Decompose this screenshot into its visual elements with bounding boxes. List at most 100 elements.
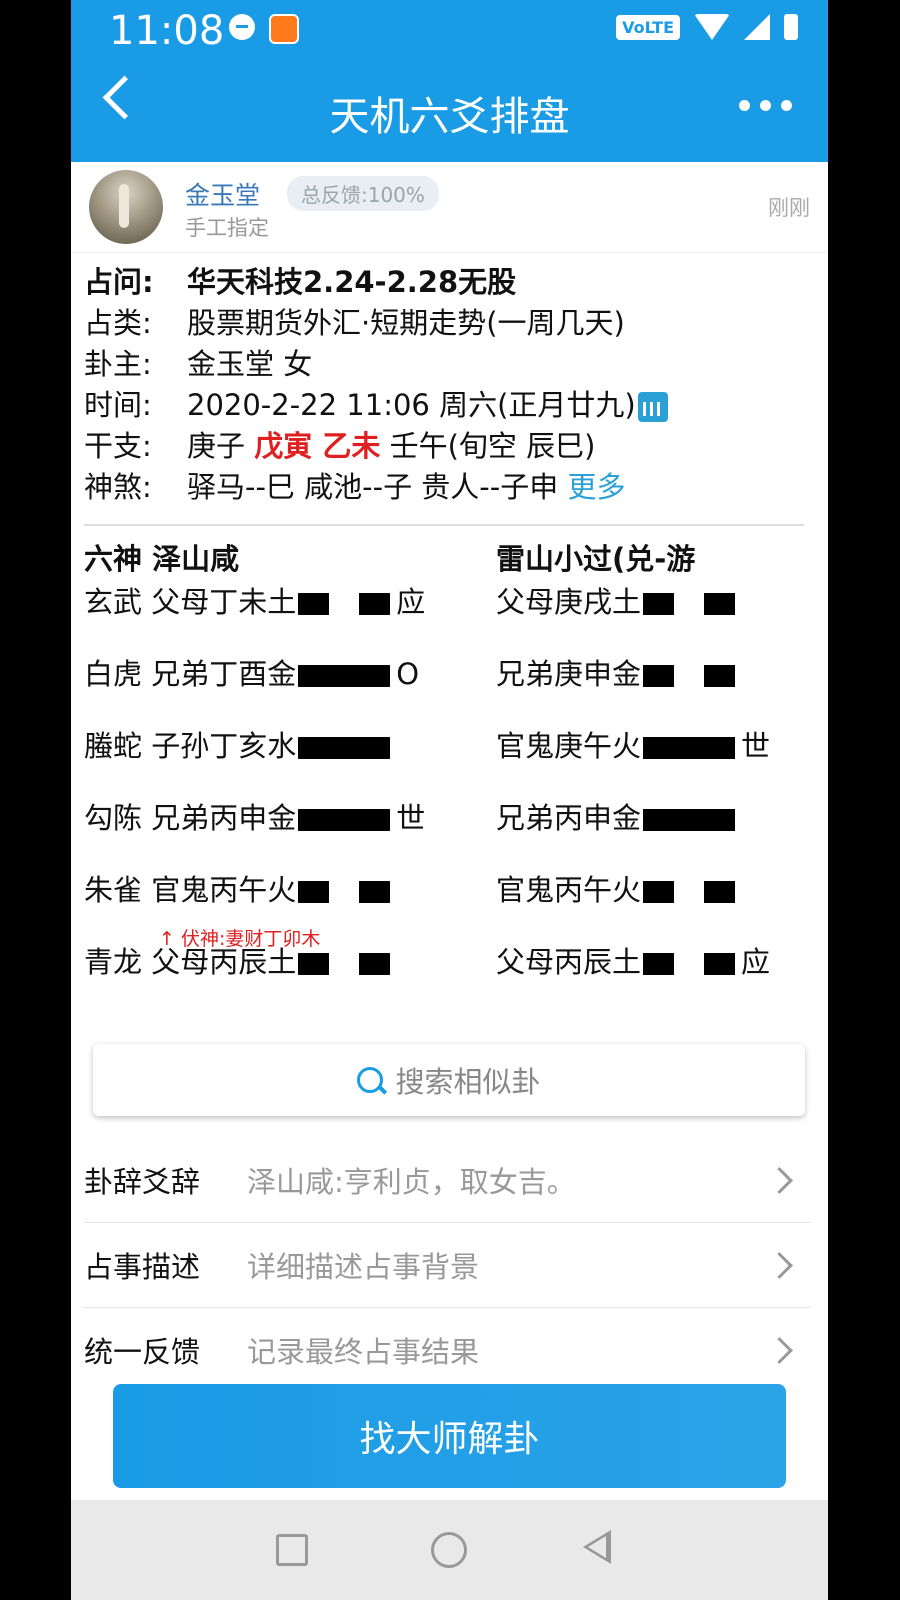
yang-line [298,809,391,831]
info-label: 占问: [84,265,154,299]
left-line-5: 朱雀 官鬼丙午火 [84,870,396,910]
chevron-right-icon [766,1336,793,1364]
home-icon[interactable] [431,1532,467,1568]
info-label: 神煞: [84,470,152,504]
yin-line [643,593,736,615]
line-text: 父母庚戌土 [496,585,642,619]
row-value: 记录最终占事结果 [247,1335,480,1369]
line-mark: 世 [396,801,426,835]
yang-line [298,665,391,687]
yang-line [298,737,391,759]
info-label: 干支: [84,429,152,463]
volte-icon: VoLTE [616,14,680,40]
line-text: 勾陈 兄弟丙申金 [84,801,297,835]
yin-line [643,881,736,903]
find-master-button[interactable]: 找大师解卦 [113,1384,786,1488]
calendar-icon[interactable] [637,392,668,422]
user-subtitle: 手工指定 [185,216,269,240]
system-nav-bar [71,1500,828,1600]
yin-line [298,953,391,975]
ganzhi-hour: 壬午(旬空 辰巳) [389,429,596,463]
line-text: 兄弟丙申金 [496,801,642,835]
right-line-6: 父母丙辰土 应 [496,942,770,982]
left-line-1: 玄武 父母丁未土 应 [84,582,425,622]
list-row-guaci[interactable]: 卦辞爻辞 泽山咸:亨利贞，取女吉。 [84,1138,811,1223]
fushen-note: ↑ 伏神:妻财丁卯木 [159,928,321,950]
yang-line [643,737,736,759]
right-line-3: 官鬼庚午火 世 [496,726,770,766]
chevron-right-icon [766,1251,793,1279]
changed-hexagram-title: 雷山小过(兑-游 [496,542,696,576]
line-text: 朱雀 官鬼丙午火 [84,873,297,907]
line-mark: 应 [396,585,426,619]
status-icons: VoLTE [616,14,798,40]
line-mark: O [396,657,420,691]
info-value: 2020-2-22 11:06 周六(正月廿九) [187,388,636,422]
recent-apps-icon[interactable] [276,1534,308,1566]
info-shensha: 神煞: 驿马--巳 咸池--子 贵人--子申 更多 [84,467,804,508]
main-hexagram-title: 六神 泽山咸 [84,542,240,576]
battery-icon [784,14,798,40]
status-time: 11:08 [109,8,225,54]
list-row-feedback[interactable]: 统一反馈 记录最终占事结果 [84,1308,811,1392]
info-label: 占类: [84,306,152,340]
search-icon [357,1067,384,1093]
row-value: 泽山咸:亨利贞，取女吉。 [247,1165,576,1199]
browser-notification-icon [269,14,299,44]
avatar[interactable] [89,170,163,244]
user-row: 金玉堂 总反馈:100% 手工指定 刚刚 [71,162,828,253]
phone-screen: 11:08 VoLTE 天机六爻排盘 金玉堂 总反馈:100% 手工指定 刚刚 … [71,0,828,1600]
row-value: 详细描述占事背景 [247,1250,480,1284]
top-bar: 11:08 VoLTE 天机六爻排盘 [71,0,828,162]
yin-line [298,593,391,615]
line-mark: 应 [741,945,771,979]
info-value: 股票期货外汇·短期走势(一周几天) [187,306,625,340]
search-similar-button[interactable]: 搜索相似卦 [93,1044,805,1116]
chevron-right-icon [766,1166,793,1194]
yin-line [643,953,736,975]
line-text: 玄武 父母丁未土 [84,585,297,619]
line-text: 父母丙辰土 [496,945,642,979]
chat-notification-icon [229,14,255,40]
right-line-2: 兄弟庚申金 [496,654,741,694]
line-mark: 世 [741,729,771,763]
nav-back-icon[interactable] [583,1530,611,1564]
more-menu-icon[interactable] [739,100,792,111]
yin-line [643,665,736,687]
row-label: 卦辞爻辞 [84,1165,201,1199]
list-row-description[interactable]: 占事描述 详细描述占事背景 [84,1223,811,1308]
info-owner: 卦主: 金玉堂 女 [84,344,804,385]
more-link[interactable]: 更多 [567,470,625,504]
ganzhi-month-day: 戊寅 乙未 [254,429,381,463]
left-line-3: 螣蛇 子孙丁亥水 [84,726,396,766]
right-line-1: 父母庚戌土 [496,582,741,622]
feedback-badge: 总反馈:100% [287,176,439,211]
line-text: 白虎 兄弟丁酉金 [84,657,297,691]
info-value: 驿马--巳 咸池--子 贵人--子申 [187,470,559,504]
left-line-2: 白虎 兄弟丁酉金 O [84,654,419,694]
line-text: 官鬼庚午火 [496,729,642,763]
line-text: 螣蛇 子孙丁亥水 [84,729,297,763]
info-label: 时间: [84,388,152,422]
info-label: 卦主: [84,347,152,381]
info-value: 金玉堂 女 [187,347,313,381]
divider [84,524,804,526]
search-label: 搜索相似卦 [395,1065,541,1099]
signal-icon [744,14,770,40]
divination-info: 占问: 华天科技2.24-2.28无股 占类: 股票期货外汇·短期走势(一周几天… [84,262,804,508]
wifi-icon [694,14,730,40]
left-line-4: 勾陈 兄弟丙申金 世 [84,798,425,838]
info-value: 华天科技2.24-2.28无股 [187,265,517,299]
user-name[interactable]: 金玉堂 [185,176,260,212]
right-line-5: 官鬼丙午火 [496,870,741,910]
page-title: 天机六爻排盘 [329,94,570,140]
row-label: 统一反馈 [84,1335,201,1369]
post-time: 刚刚 [768,196,810,220]
info-ganzhi: 干支: 庚子 戊寅 乙未 壬午(旬空 辰巳) [84,426,804,467]
info-question: 占问: 华天科技2.24-2.28无股 [84,262,804,303]
yin-line [298,881,391,903]
notification-icons [229,14,299,44]
row-label: 占事描述 [84,1250,201,1284]
line-text: 兄弟庚申金 [496,657,642,691]
ganzhi-year: 庚子 [187,429,246,463]
